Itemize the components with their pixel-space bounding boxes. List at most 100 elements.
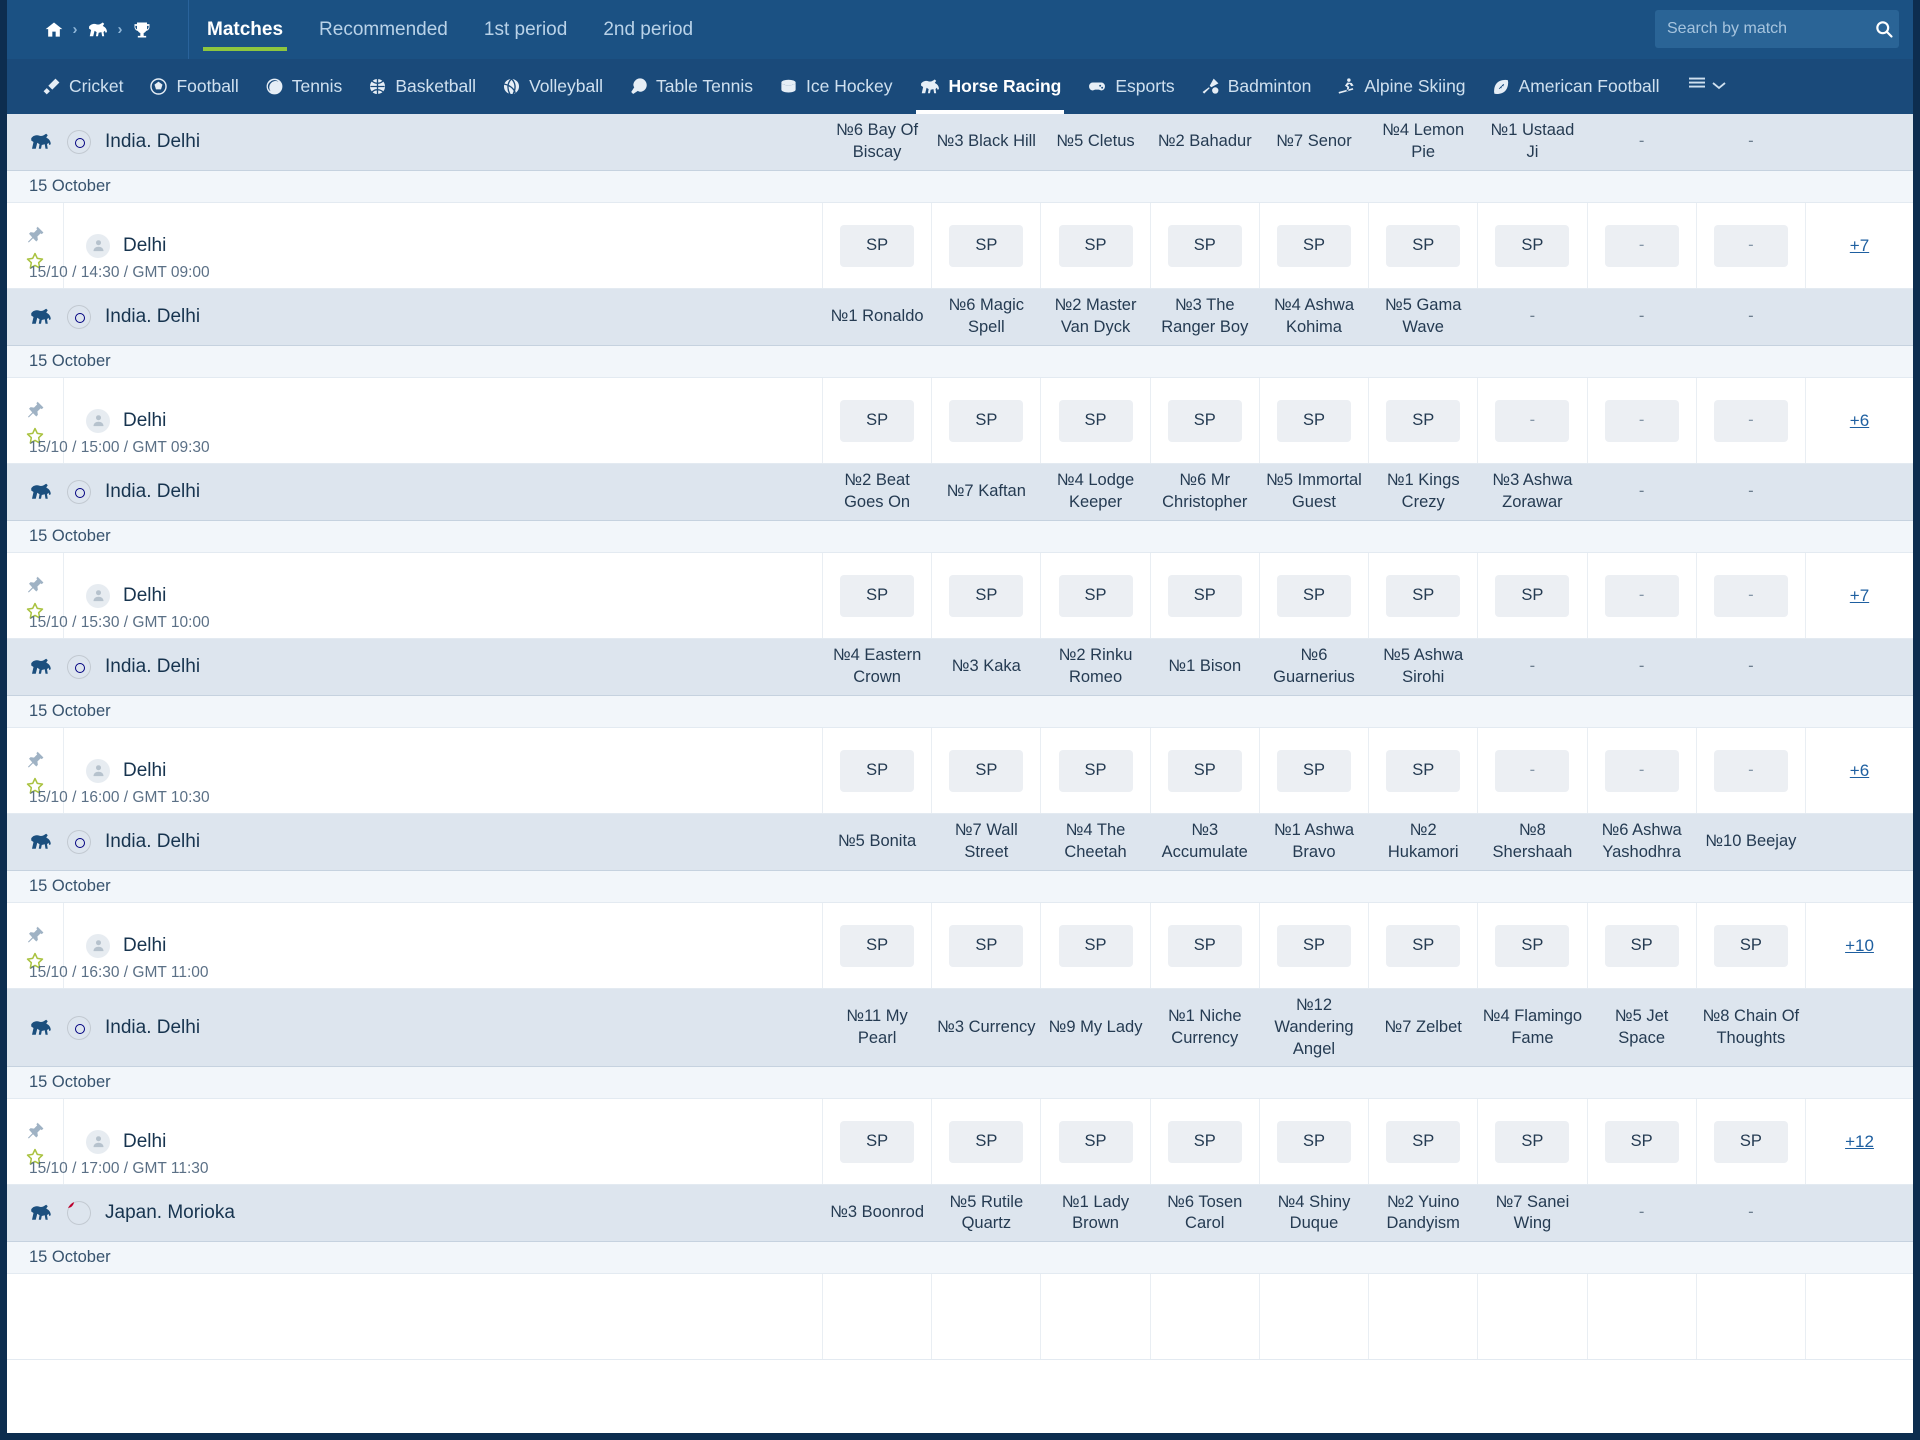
odds-button: - (1495, 399, 1570, 442)
odds-button[interactable]: SP (1058, 924, 1133, 967)
top-bar: › › Matches Recommended 1st period 2nd p… (7, 0, 1913, 59)
more-markets-link[interactable]: +10 (1845, 936, 1874, 956)
trophy-icon[interactable] (132, 20, 152, 40)
odds-button[interactable]: SP (840, 924, 915, 967)
sport-cricket[interactable]: Cricket (29, 59, 136, 114)
runner-name: №2 Rinku Romeo (1058, 646, 1133, 686)
odds-button[interactable]: SP (1386, 224, 1461, 267)
odds-button[interactable]: SP (1604, 1120, 1679, 1163)
tab-2nd-period[interactable]: 2nd period (585, 0, 711, 59)
odds-button[interactable]: SP (1386, 574, 1461, 617)
sport-badminton[interactable]: Badminton (1188, 59, 1325, 114)
more-markets-link[interactable]: +12 (1845, 1132, 1874, 1152)
more-markets-link[interactable]: +6 (1850, 761, 1869, 781)
odds-button[interactable]: SP (1495, 924, 1570, 967)
odds-button[interactable]: SP (840, 574, 915, 617)
sport-table-tennis[interactable]: Table Tennis (616, 59, 766, 114)
pin-icon[interactable] (26, 750, 45, 769)
odds-button[interactable]: SP (1386, 924, 1461, 967)
race-header[interactable]: Japan. Morioka №3 Boonrod №5 Rutile Quar… (7, 1185, 1913, 1243)
odds-button[interactable]: SP (1276, 1120, 1351, 1163)
odds-button[interactable]: SP (840, 399, 915, 442)
tab-recommended[interactable]: Recommended (301, 0, 466, 59)
odds-button[interactable]: SP (1058, 749, 1133, 792)
odds-button[interactable]: SP (1495, 574, 1570, 617)
home-icon[interactable] (44, 20, 64, 40)
odds-button[interactable]: SP (1386, 399, 1461, 442)
odds-button[interactable]: SP (1167, 749, 1242, 792)
odds-button[interactable]: SP (1713, 1120, 1788, 1163)
sport-basketball[interactable]: Basketball (355, 59, 489, 114)
sport-volleyball[interactable]: Volleyball (489, 59, 616, 114)
more-markets-cell: +6 (1805, 378, 1913, 463)
odds-button[interactable]: SP (1167, 1120, 1242, 1163)
race-header[interactable]: India. Delhi №2 Beat Goes On №7 Kaftan №… (7, 464, 1913, 521)
odds-button[interactable]: SP (1713, 924, 1788, 967)
odds-button[interactable]: SP (1276, 574, 1351, 617)
race-header[interactable]: India. Delhi №4 Eastern Crown №3 Kaka №2… (7, 639, 1913, 696)
race-header[interactable]: India. Delhi №1 Ronaldo №6 Magic Spell №… (7, 289, 1913, 346)
odds-button[interactable]: SP (949, 1120, 1024, 1163)
odds-button[interactable]: SP (949, 399, 1024, 442)
sport-football[interactable]: Football (136, 59, 251, 114)
odds-button[interactable]: SP (949, 749, 1024, 792)
odds-button[interactable]: SP (1386, 749, 1461, 792)
odds-button[interactable]: SP (949, 924, 1024, 967)
more-markets-link[interactable]: +7 (1850, 236, 1869, 256)
pin-icon[interactable] (26, 1121, 45, 1140)
odds-button[interactable]: SP (1167, 574, 1242, 617)
odds-button[interactable]: SP (840, 1120, 915, 1163)
sport-american-football[interactable]: American Football (1479, 59, 1673, 114)
odds-button[interactable]: SP (1167, 924, 1242, 967)
odds-button[interactable]: SP (1276, 749, 1351, 792)
pin-icon[interactable] (26, 225, 45, 244)
sport-tennis[interactable]: Tennis (252, 59, 356, 114)
odds-button[interactable]: SP (1386, 1120, 1461, 1163)
odds-button[interactable]: SP (1167, 399, 1242, 442)
more-markets-link[interactable]: +6 (1850, 411, 1869, 431)
odds-button[interactable]: SP (840, 749, 915, 792)
sport-alpine-skiing[interactable]: Alpine Skiing (1324, 59, 1478, 114)
runner-name: №2 Master Van Dyck (1054, 296, 1137, 336)
race-header[interactable]: India. Delhi №5 Bonita №7 Wall Street №4… (7, 814, 1913, 871)
odds-button[interactable]: SP (1058, 224, 1133, 267)
race-header-tail (1805, 1185, 1913, 1241)
sport-ice-hockey[interactable]: Ice Hockey (766, 59, 906, 114)
odds-cell: - (1586, 378, 1696, 463)
search-box[interactable] (1655, 10, 1899, 48)
odds-button[interactable]: SP (1604, 924, 1679, 967)
runner-name: - (1529, 307, 1536, 326)
odds-button[interactable]: SP (1058, 574, 1133, 617)
search-icon[interactable] (1874, 19, 1894, 39)
odds-button[interactable]: SP (1495, 1120, 1570, 1163)
pin-icon[interactable] (26, 400, 45, 419)
odds-button[interactable]: SP (1058, 1120, 1133, 1163)
race-header[interactable]: India. Delhi №6 Bay Of Biscay №3 Black H… (7, 114, 1913, 171)
odds-button[interactable]: SP (949, 224, 1024, 267)
sport-esports[interactable]: Esports (1074, 59, 1187, 114)
odds-button[interactable]: SP (1276, 399, 1351, 442)
pin-icon[interactable] (26, 575, 45, 594)
race-header[interactable]: India. Delhi №11 My Pearl №3 Currency №9… (7, 989, 1913, 1068)
horse-icon[interactable] (87, 21, 109, 39)
runner-name: №2 Hukamori (1387, 821, 1459, 861)
more-markets-link[interactable]: +7 (1850, 586, 1869, 606)
more-markets-cell: +12 (1805, 1099, 1913, 1185)
odds-button[interactable]: SP (1167, 224, 1242, 267)
odds-button[interactable]: SP (1058, 399, 1133, 442)
sports-more-button[interactable] (1673, 76, 1740, 97)
odds-button[interactable]: SP (1276, 924, 1351, 967)
sport-label: Horse Racing (948, 76, 1062, 96)
runner-headers: №2 Beat Goes On №7 Kaftan №4 Lodge Keepe… (822, 464, 1805, 520)
pin-icon[interactable] (26, 925, 45, 944)
odds-button[interactable]: SP (840, 224, 915, 267)
odds-button[interactable]: SP (949, 574, 1024, 617)
tab-matches[interactable]: Matches (189, 0, 301, 59)
avatar (86, 583, 110, 608)
odds-button[interactable]: SP (1495, 224, 1570, 267)
odds-button[interactable]: SP (1276, 224, 1351, 267)
search-input[interactable] (1667, 20, 1874, 38)
breadcrumb[interactable]: › › (7, 0, 189, 59)
tab-1st-period[interactable]: 1st period (466, 0, 585, 59)
sport-horse-racing[interactable]: Horse Racing (906, 59, 1075, 114)
